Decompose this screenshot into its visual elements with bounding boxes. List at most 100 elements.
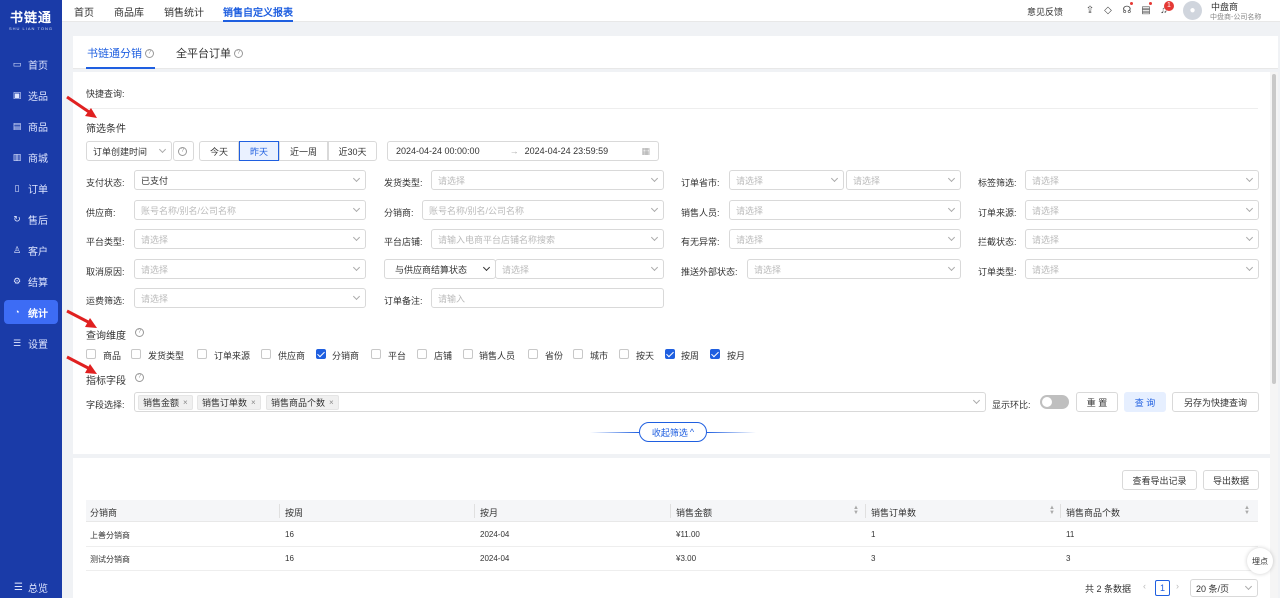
tag-filter-select[interactable]: 请选择 <box>1025 170 1259 190</box>
tab-all-platform-orders[interactable]: 全平台订单? <box>176 45 243 61</box>
province-select[interactable]: 请选择 <box>729 170 844 190</box>
field-tag[interactable]: 销售金额 × <box>138 395 193 410</box>
export-log-button[interactable]: 查看导出记录 <box>1122 470 1197 490</box>
help-icon[interactable]: ? <box>135 373 144 382</box>
dimension-platform-checkbox[interactable] <box>371 349 381 359</box>
sort-icon[interactable]: ▲ ▼ <box>1244 505 1250 516</box>
abnormal-select[interactable]: 请选择 <box>729 229 961 249</box>
order-source-placeholder: 请选择 <box>1032 205 1060 216</box>
settle-status-select[interactable]: 请选择 <box>495 259 664 279</box>
save-quick-query-button[interactable]: 另存为快捷查询 <box>1172 392 1259 412</box>
settle-status-type-select[interactable]: 与供应商结算状态 <box>384 259 496 279</box>
push-status-select[interactable]: 请选择 <box>747 259 961 279</box>
sidebar-item-after-sale[interactable]: ↻ 售后 <box>0 207 62 231</box>
dimension-order-source-checkbox[interactable] <box>197 349 207 359</box>
dimension-label: 按月 <box>727 351 746 361</box>
dimension-shop-checkbox[interactable] <box>417 349 427 359</box>
city-select[interactable]: 请选择 <box>846 170 961 190</box>
range-week-button[interactable]: 近一周 <box>279 141 328 161</box>
platform-type-select[interactable]: 请选择 <box>134 229 366 249</box>
dimension-label: 城市 <box>590 351 609 361</box>
avatar[interactable]: ● <box>1183 1 1202 20</box>
topnav-home[interactable]: 首页 <box>74 4 94 19</box>
scrollbar[interactable] <box>1270 72 1278 598</box>
sidebar-item-product[interactable]: ▤ 商品 <box>0 114 62 138</box>
cancel-reason-select[interactable]: 请选择 <box>134 259 366 279</box>
sort-icon[interactable]: ▲ ▼ <box>1049 505 1055 516</box>
ship-type-select[interactable]: 请选择 <box>431 170 664 190</box>
compare-toggle[interactable] <box>1040 395 1069 409</box>
platform-shop-label: 平台店铺: <box>384 237 423 247</box>
date-type-select[interactable]: 订单创建时间 <box>86 141 172 161</box>
page-number[interactable]: 1 <box>1155 580 1170 596</box>
page-size-select[interactable]: 20 条/页 <box>1190 579 1258 597</box>
scrollbar-thumb[interactable] <box>1272 74 1276 384</box>
feedback-link[interactable]: 意见反馈 <box>1027 0 1063 22</box>
sales-person-select[interactable]: 请选择 <box>729 200 961 220</box>
order-source-select[interactable]: 请选择 <box>1025 200 1259 220</box>
topnav-custom-report[interactable]: 销售自定义报表 <box>223 4 293 22</box>
column-header-sortable[interactable]: 销售订单数 <box>871 506 916 519</box>
date-range-picker[interactable]: 2024-04-24 00:00:00 → 2024-04-24 23:59:5… <box>387 141 659 161</box>
distributor-select[interactable]: 账号名称/别名/公司名称 <box>422 200 664 220</box>
field-tag[interactable]: 销售订单数 × <box>197 395 261 410</box>
reset-button[interactable]: 重 置 <box>1076 392 1118 412</box>
sidebar-collapse[interactable]: ☰ 总览 <box>0 576 62 598</box>
dimension-by-day-checkbox[interactable] <box>619 349 629 359</box>
intercept-select[interactable]: 请选择 <box>1025 229 1259 249</box>
dimension-distributor-checkbox[interactable] <box>316 349 326 359</box>
dimension-by-month-checkbox[interactable] <box>710 349 720 359</box>
date-help-button[interactable]: ? <box>173 141 194 161</box>
close-icon[interactable]: × <box>329 398 334 407</box>
order-type-select[interactable]: 请选择 <box>1025 259 1259 279</box>
dimension-supplier-checkbox[interactable] <box>261 349 271 359</box>
collapse-filter-button[interactable]: 收起筛选 ^ <box>639 422 707 442</box>
sidebar-item-stats[interactable]: ◔ 统计 <box>4 300 58 324</box>
column-header: 按月 <box>480 508 499 518</box>
help-icon[interactable]: ? <box>135 328 144 337</box>
order-remark-input[interactable]: 请输入 <box>431 288 664 308</box>
range-today-button[interactable]: 今天 <box>199 141 239 161</box>
column-header-sortable[interactable]: 销售商品个数 <box>1066 506 1120 519</box>
topnav-sales-stats[interactable]: 销售统计 <box>164 4 204 19</box>
sidebar-item-customer[interactable]: ♙ 客户 <box>0 238 62 262</box>
sidebar-item-home[interactable]: ▭ 首页 <box>0 52 62 76</box>
next-page-icon[interactable]: › <box>1176 581 1179 591</box>
dimension-ship-type-checkbox[interactable] <box>131 349 141 359</box>
diamond-icon[interactable]: ◇ <box>1102 5 1114 17</box>
dimension-province-checkbox[interactable] <box>528 349 538 359</box>
field-tag-label: 销售金额 <box>143 398 180 408</box>
range-30days-button[interactable]: 近30天 <box>328 141 377 161</box>
help-icon[interactable]: ? <box>145 48 154 58</box>
supplier-select[interactable]: 账号名称/别名/公司名称 <box>134 200 366 220</box>
field-select[interactable] <box>134 392 986 412</box>
column-header-sortable[interactable]: 销售金额 <box>676 506 712 519</box>
document-icon[interactable]: ▤ <box>1140 5 1152 17</box>
freight-select[interactable]: 请选择 <box>134 288 366 308</box>
tracking-float-button[interactable]: 埋点 <box>1247 548 1273 574</box>
sidebar-item-label: 统计 <box>28 308 48 320</box>
headset-icon[interactable]: ☊ <box>1121 5 1133 17</box>
platform-shop-select[interactable]: 请输入电商平台店铺名称搜索 <box>431 229 664 249</box>
close-icon[interactable]: × <box>251 398 256 407</box>
close-icon[interactable]: × <box>183 398 188 407</box>
sidebar-item-store[interactable]: ▥ 商城 <box>0 145 62 169</box>
sidebar-item-order[interactable]: ▯ 订单 <box>0 176 62 200</box>
range-yesterday-button[interactable]: 昨天 <box>239 141 279 161</box>
help-icon[interactable]: ? <box>234 48 243 58</box>
field-tag[interactable]: 销售商品个数 × <box>266 395 339 410</box>
export-data-button[interactable]: 导出数据 <box>1203 470 1259 490</box>
upload-icon[interactable]: ⇪ <box>1084 5 1096 17</box>
sidebar-item-settle[interactable]: ⚙ 结算 <box>0 269 62 293</box>
sort-icon[interactable]: ▲ ▼ <box>853 505 859 516</box>
pay-status-select[interactable]: 已支付 <box>134 170 366 190</box>
sidebar-item-select[interactable]: ▣ 选品 <box>0 83 62 107</box>
dimension-sales-person-checkbox[interactable] <box>463 349 473 359</box>
dimension-city-checkbox[interactable] <box>573 349 583 359</box>
sidebar-item-settings[interactable]: ☰ 设置 <box>0 331 62 355</box>
query-button[interactable]: 查 询 <box>1124 392 1166 412</box>
dimension-by-week-checkbox[interactable] <box>665 349 675 359</box>
tab-distribution[interactable]: 书链通分销? <box>86 45 155 69</box>
topnav-product-library[interactable]: 商品库 <box>114 4 144 19</box>
prev-page-icon[interactable]: ‹ <box>1143 581 1146 591</box>
